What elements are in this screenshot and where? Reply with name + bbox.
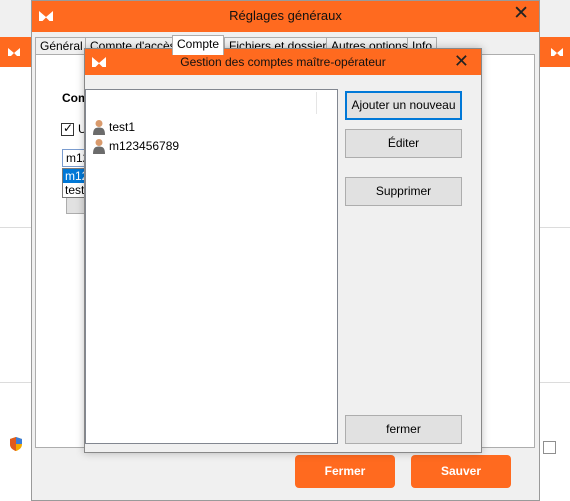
modal-titlebar: Gestion des comptes maître-opérateur ✕ <box>85 49 481 75</box>
checkmark-icon: ✓ <box>63 121 74 135</box>
account-name: test1 <box>109 120 136 134</box>
add-new-button[interactable]: Ajouter un nouveau <box>345 91 462 120</box>
user-icon <box>93 139 105 154</box>
app-logo-icon <box>551 48 563 56</box>
close-icon[interactable]: ✕ <box>454 50 469 72</box>
enable-checkbox[interactable]: ✓ <box>61 121 74 136</box>
list-divider <box>316 92 317 114</box>
close-button[interactable]: fermer <box>345 415 462 444</box>
dialog-titlebar: Réglages généraux ✕ <box>32 1 539 32</box>
shield-icon <box>10 437 22 451</box>
user-icon <box>93 120 105 135</box>
dialog-title: Réglages généraux <box>229 8 342 23</box>
app-logo-icon <box>6 44 22 60</box>
account-name: m123456789 <box>109 139 180 153</box>
background-checkbox[interactable] <box>543 441 556 454</box>
fermer-button[interactable]: Fermer <box>295 455 395 488</box>
edit-button[interactable]: Éditer <box>345 129 462 158</box>
tab-account[interactable]: Compte <box>172 35 225 55</box>
tab-general[interactable]: Général <box>35 37 88 54</box>
modal-title: Gestion des comptes maître-opérateur <box>180 55 386 69</box>
delete-button[interactable]: Supprimer <box>345 177 462 206</box>
account-list[interactable]: test1 m123456789 <box>85 89 338 444</box>
sauver-button[interactable]: Sauver <box>411 455 511 488</box>
close-icon[interactable]: ✕ <box>513 4 529 24</box>
account-management-dialog: Gestion des comptes maître-opérateur ✕ t… <box>84 48 482 453</box>
